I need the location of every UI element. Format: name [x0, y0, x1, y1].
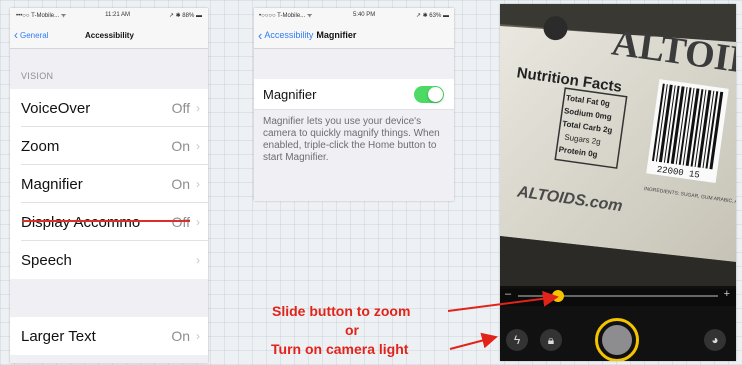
annotation-arrows: [447, 290, 559, 350]
arrow-to-light: [449, 332, 498, 350]
arrow-to-slider: [447, 290, 559, 312]
